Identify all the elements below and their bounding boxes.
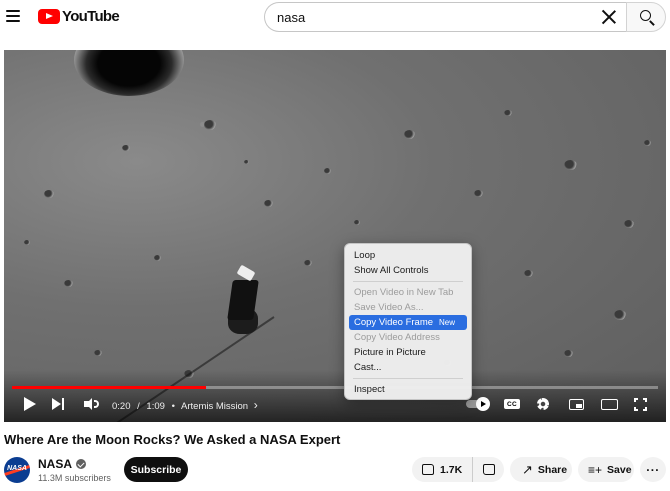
current-time: 0:20: [112, 401, 131, 412]
time-display[interactable]: 0:20 / 1:09 • Artemis Mission ›: [112, 398, 258, 412]
menu-item-save-video-as: Save Video As...: [354, 302, 424, 313]
settings-gear-icon[interactable]: [534, 394, 552, 414]
crater-mark: [404, 130, 415, 139]
avatar-logo-text: NASA: [7, 465, 27, 472]
fullscreen-icon[interactable]: [630, 394, 650, 414]
menu-item-cast[interactable]: Cast...: [349, 360, 467, 375]
menu-item-copy-video-frame[interactable]: Copy Video Frame New: [349, 315, 467, 330]
cc-label: CC: [504, 399, 520, 409]
crater-mark: [24, 240, 30, 245]
more-actions-icon[interactable]: ···: [640, 457, 666, 482]
verified-badge-icon: [76, 459, 87, 469]
video-player[interactable]: 0:20 / 1:09 • Artemis Mission › CC: [4, 50, 666, 422]
hamburger-menu-icon[interactable]: [6, 8, 20, 22]
clear-search-icon[interactable]: [600, 8, 618, 26]
search-bar: [264, 2, 666, 32]
save-playlist-icon: ≡+: [588, 462, 603, 477]
save-button[interactable]: ≡+ Save: [578, 457, 634, 482]
thumbs-down-icon: [482, 464, 495, 475]
menu-item-copy-video-frame-label: Copy Video Frame: [354, 317, 434, 328]
share-button[interactable]: ↗ Share: [510, 457, 572, 482]
menu-item-open-video-new-tab: Open Video in New Tab: [354, 287, 454, 298]
like-count: 1.7K: [440, 463, 463, 476]
menu-item-copy-video-address: Copy Video Address: [354, 332, 440, 343]
youtube-logo[interactable]: YouTube: [38, 7, 120, 25]
volume-icon[interactable]: [82, 394, 100, 414]
menu-item-inspect[interactable]: Inspect: [349, 382, 467, 397]
crater-mark: [154, 255, 161, 261]
menu-item-picture-in-picture[interactable]: Picture in Picture: [349, 345, 467, 360]
progress-bar-played: [12, 386, 206, 389]
duration: 1:09: [146, 401, 165, 412]
miniplayer-icon[interactable]: [566, 394, 586, 414]
youtube-play-logo-icon: [38, 8, 60, 24]
video-context-menu: Loop Show All Controls Open Video in New…: [344, 243, 472, 400]
masthead: YouTube: [0, 0, 670, 34]
channel-avatar[interactable]: NASA: [4, 457, 30, 483]
chapter-bullet: •: [171, 401, 175, 412]
crater-mark: [324, 168, 331, 174]
dislike-button[interactable]: [473, 457, 504, 482]
share-label: Share: [537, 463, 568, 476]
chevron-right-icon: ›: [253, 398, 258, 412]
thumbs-up-icon: [422, 464, 434, 475]
save-label: Save: [607, 463, 632, 476]
time-separator: /: [137, 401, 140, 412]
crater-mark: [624, 220, 634, 228]
menu-divider: [353, 378, 463, 379]
video-frame-lander: [226, 264, 262, 334]
menu-item-loop[interactable]: Loop: [349, 248, 467, 263]
like-dislike-group: 1.7K: [412, 457, 504, 482]
channel-name-link[interactable]: NASA: [38, 457, 87, 471]
crater-mark: [244, 160, 249, 164]
share-arrow-icon: ↗: [522, 461, 533, 477]
channel-name: NASA: [38, 457, 73, 471]
next-video-icon[interactable]: [50, 394, 66, 414]
crater-mark: [204, 120, 216, 130]
search-icon: [640, 10, 651, 21]
chapter-title: Artemis Mission: [181, 401, 249, 412]
subscriber-count: 11.3M subscribers: [38, 473, 111, 483]
search-button[interactable]: [626, 2, 666, 32]
like-button[interactable]: 1.7K: [412, 457, 474, 482]
theater-mode-icon[interactable]: [598, 394, 620, 414]
new-badge: New: [439, 318, 456, 327]
crater-mark: [614, 310, 626, 320]
menu-divider: [353, 281, 463, 282]
video-frame-moon-surface: [4, 50, 666, 422]
subscribe-button[interactable]: Subscribe: [124, 457, 188, 482]
play-icon[interactable]: [22, 394, 38, 414]
subtitles-cc-icon[interactable]: CC: [502, 394, 522, 414]
logo-text: YouTube: [62, 7, 120, 25]
menu-item-show-all-controls[interactable]: Show All Controls: [349, 263, 467, 278]
crater-mark: [44, 190, 54, 198]
video-title: Where Are the Moon Rocks? We Asked a NAS…: [4, 432, 341, 447]
crater-mark: [354, 220, 360, 225]
search-input[interactable]: [264, 2, 626, 32]
crater-mark: [644, 140, 651, 146]
progress-bar[interactable]: [12, 386, 658, 389]
